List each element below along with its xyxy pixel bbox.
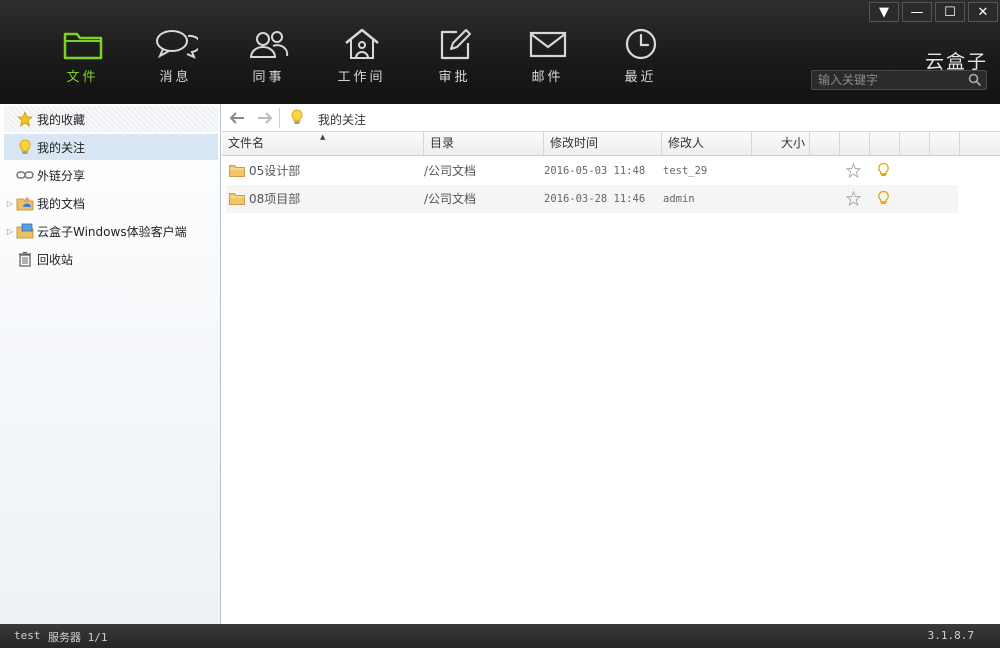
column-header-modified-time[interactable]: 修改时间 <box>544 132 662 155</box>
column-header-blank <box>900 132 930 155</box>
sidebar: 我的收藏 我的关注 外链分享 ▷ 我的文档 ▷ 云盒子Windows体验客户端 … <box>0 104 221 624</box>
link-icon <box>16 167 34 183</box>
toolbar-divider <box>279 108 280 128</box>
toolbar: 我的关注 <box>222 104 1000 132</box>
nav-colleagues-label: 同事 <box>252 70 285 85</box>
sidebar-item-label: 我的收藏 <box>37 112 86 127</box>
star-outline-icon[interactable] <box>845 190 862 207</box>
folder-icon <box>61 26 105 62</box>
chat-bubbles-icon <box>154 26 198 62</box>
sidebar-item-label: 我的关注 <box>37 140 86 155</box>
edit-icon <box>433 26 477 62</box>
nav-recent[interactable]: 最近 <box>594 26 687 88</box>
sidebar-item-recycle-bin[interactable]: 回收站 <box>4 246 218 272</box>
nav-messages-label: 消息 <box>159 70 192 85</box>
lightbulb-icon[interactable] <box>877 190 890 206</box>
expand-arrow-icon[interactable]: ▷ <box>4 199 16 208</box>
expand-arrow-icon[interactable]: ▷ <box>4 227 16 236</box>
file-modified-time: 2016-05-03 11:48 <box>544 165 646 177</box>
menu-dropdown-button[interactable]: ▼ <box>869 2 899 22</box>
sidebar-item-label: 外链分享 <box>37 168 86 183</box>
folder-icon <box>229 164 245 180</box>
sidebar-item-following[interactable]: 我的关注 <box>4 134 218 160</box>
column-header-blank <box>810 132 840 155</box>
nav-workspace[interactable]: 工作间 <box>315 26 408 88</box>
nav-recent-label: 最近 <box>624 70 657 85</box>
table-row[interactable]: 05设计部 /公司文档 2016-05-03 11:48 test_29 <box>226 157 958 185</box>
nav-approval[interactable]: 审批 <box>408 26 501 88</box>
sidebar-item-label: 回收站 <box>37 252 74 267</box>
star-outline-icon[interactable] <box>845 162 862 179</box>
column-header-blank <box>870 132 900 155</box>
file-modifier: test_29 <box>663 165 708 177</box>
main-nav: 文件 消息 同事 工作间 审批 邮件 最近 <box>36 26 687 88</box>
arrow-left-icon <box>229 112 244 124</box>
lightbulb-icon <box>16 139 34 155</box>
user-folder-icon <box>16 195 34 211</box>
column-header: 文件名 ▲ 目录 修改时间 修改人 大小 <box>222 132 1000 156</box>
sidebar-item-windows-client[interactable]: ▷ 云盒子Windows体验客户端 <box>4 218 218 244</box>
column-header-blank <box>840 132 870 155</box>
nav-files[interactable]: 文件 <box>36 26 129 88</box>
nav-files-label: 文件 <box>66 70 99 85</box>
people-icon <box>247 26 291 62</box>
status-bar: test 服务器 1/1 3.1.8.7 <box>0 624 1000 648</box>
column-header-size[interactable]: 大小 <box>752 132 810 155</box>
search-icon[interactable] <box>968 73 982 90</box>
file-name[interactable]: 08项目部 <box>249 185 300 213</box>
clock-icon <box>619 26 663 62</box>
column-header-modifier[interactable]: 修改人 <box>662 132 752 155</box>
file-name[interactable]: 05设计部 <box>249 157 300 185</box>
arrow-right-icon <box>258 112 273 124</box>
nav-mail[interactable]: 邮件 <box>501 26 594 88</box>
search-box <box>811 70 987 90</box>
sidebar-item-external-share[interactable]: 外链分享 <box>4 162 218 188</box>
file-modifier: admin <box>663 193 695 205</box>
top-bar: ▼ — ☐ ✕ 文件 消息 同事 工作间 审批 邮件 最近 云盒子 输入关键字 <box>0 0 1000 104</box>
file-modified-time: 2016-03-28 11:46 <box>544 193 646 205</box>
sidebar-item-my-documents[interactable]: ▷ 我的文档 <box>4 190 218 216</box>
star-icon <box>16 111 34 127</box>
close-button[interactable]: ✕ <box>968 2 998 22</box>
file-directory: /公司文档 <box>424 164 477 178</box>
status-server: 服务器 1/1 <box>48 631 108 644</box>
breadcrumb: 我的关注 <box>318 113 367 127</box>
nav-approval-label: 审批 <box>438 70 471 85</box>
status-user: test <box>14 629 41 642</box>
computer-folder-icon <box>16 223 34 239</box>
nav-workspace-label: 工作间 <box>337 70 386 85</box>
sidebar-item-label: 云盒子Windows体验客户端 <box>37 224 187 239</box>
window-controls: ▼ — ☐ ✕ <box>866 2 998 22</box>
envelope-icon <box>526 26 570 62</box>
folder-icon <box>229 192 245 208</box>
status-version: 3.1.8.7 <box>927 629 974 642</box>
file-directory: /公司文档 <box>424 192 477 206</box>
forward-button[interactable] <box>254 109 276 127</box>
sidebar-item-favorites[interactable]: 我的收藏 <box>4 106 218 132</box>
nav-messages[interactable]: 消息 <box>129 26 222 88</box>
table-row[interactable]: 08项目部 /公司文档 2016-03-28 11:46 admin <box>226 185 958 213</box>
column-header-directory[interactable]: 目录 <box>424 132 544 155</box>
house-icon <box>340 26 384 62</box>
maximize-button[interactable]: ☐ <box>935 2 965 22</box>
column-header-blank <box>930 132 960 155</box>
sidebar-item-label: 我的文档 <box>37 196 86 211</box>
minimize-button[interactable]: — <box>902 2 932 22</box>
back-button[interactable] <box>226 109 248 127</box>
nav-colleagues[interactable]: 同事 <box>222 26 315 88</box>
lightbulb-icon[interactable] <box>877 162 890 178</box>
trash-icon <box>16 251 34 267</box>
lightbulb-icon <box>290 109 304 128</box>
search-input[interactable] <box>818 72 962 88</box>
nav-mail-label: 邮件 <box>531 70 564 85</box>
sort-ascending-icon: ▲ <box>320 133 326 141</box>
